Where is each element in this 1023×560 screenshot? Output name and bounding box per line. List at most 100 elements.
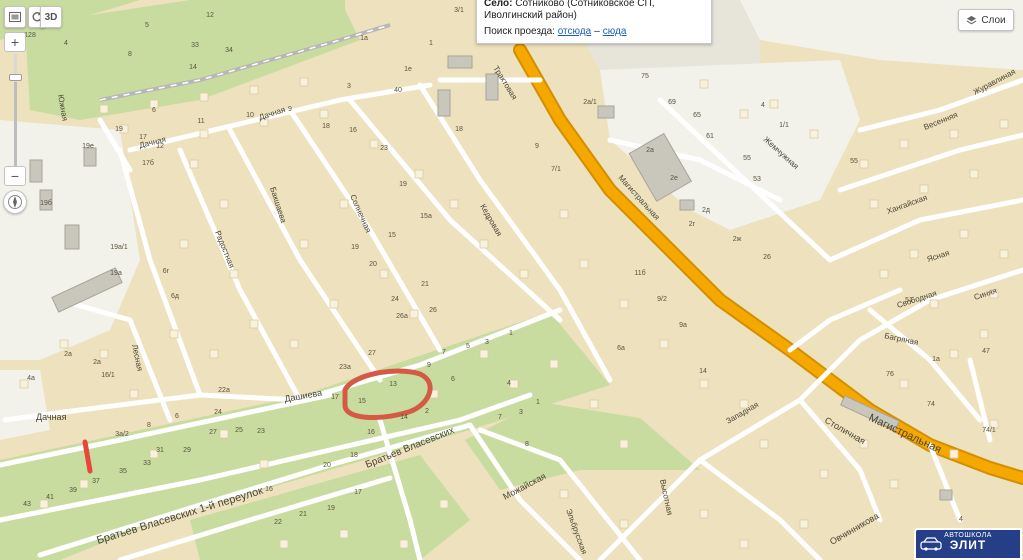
house-number: 39	[69, 487, 77, 494]
house-number: 43	[23, 501, 31, 508]
house-number: 7/1	[551, 166, 561, 173]
house-number: 19б	[40, 199, 52, 207]
house-number: 9/2	[657, 296, 667, 303]
house-number: 1	[429, 40, 433, 47]
house-number: 1а	[932, 356, 940, 363]
house-number: 2а/1	[583, 99, 597, 106]
house-number: 4	[64, 40, 68, 47]
house-number: 19е	[82, 143, 94, 150]
house-number: 17	[331, 394, 339, 401]
house-number: 33	[191, 42, 199, 49]
layers-button[interactable]: Слои	[958, 9, 1014, 31]
view-3d-button[interactable]: 3D	[40, 6, 62, 28]
house-number: 1a	[360, 35, 368, 42]
street-label: Дачная	[36, 412, 67, 422]
house-number: 61	[706, 133, 714, 140]
house-number: 55	[850, 158, 858, 165]
route-dash: –	[594, 26, 600, 37]
house-number: 37	[92, 478, 100, 485]
house-number: 23	[257, 428, 265, 435]
house-number: 19	[115, 126, 123, 133]
zoom-slider-fill	[14, 82, 17, 174]
house-number: 4	[761, 102, 765, 109]
route-search-label: Поиск проезда:	[484, 26, 555, 37]
house-number: 3а/2	[115, 431, 129, 438]
route-from-link[interactable]: отсюда	[558, 26, 592, 37]
house-number: 5	[466, 343, 470, 350]
house-number: 2	[425, 408, 429, 415]
house-number: 1е	[404, 66, 412, 73]
popup-title: Село: Сотниково (Сотниковское СП, Иволги…	[484, 0, 704, 22]
house-number: 6д	[171, 293, 179, 300]
house-number: 6	[451, 376, 455, 383]
house-number: 51	[905, 297, 913, 304]
house-number: 65	[693, 112, 701, 119]
route-to-link[interactable]: сюда	[603, 26, 627, 37]
house-number: 75	[641, 73, 649, 80]
house-number: 18	[322, 123, 330, 130]
house-number: 8	[525, 441, 529, 448]
layers-icon	[966, 15, 977, 24]
house-number: 4а	[27, 375, 35, 382]
house-number: 18	[350, 452, 358, 459]
fullscreen-icon	[9, 12, 21, 22]
popup-title-type: Село:	[484, 0, 513, 9]
house-number: 22а	[218, 387, 230, 394]
house-number: 19	[327, 505, 335, 512]
house-number: 12	[156, 143, 164, 150]
house-number: 2а	[64, 351, 72, 358]
house-number: 25	[235, 427, 243, 434]
house-number: 27	[368, 350, 376, 357]
house-number: 4	[959, 516, 963, 523]
zoom-slider-thumb[interactable]	[9, 74, 22, 82]
zoom-slider[interactable]	[9, 54, 22, 174]
house-number: 41	[46, 494, 54, 501]
house-number: 21	[421, 281, 429, 288]
house-number: 6а	[617, 345, 625, 352]
house-number: 17	[139, 134, 147, 141]
zoom-in-button[interactable]: +	[4, 32, 26, 52]
house-number: 18	[455, 126, 463, 133]
house-number: 8	[147, 422, 151, 429]
house-number: 3	[347, 83, 351, 90]
house-number: 23а	[339, 364, 351, 371]
map-canvas[interactable]: Магистральная Магистральная Дачная Дачна…	[0, 0, 1023, 560]
house-number: 35	[119, 468, 127, 475]
house-number: 19а/1	[110, 244, 128, 251]
house-number: 19	[351, 244, 359, 251]
house-number: 4	[507, 380, 511, 387]
house-number: 15	[388, 232, 396, 239]
house-number: 53	[753, 176, 761, 183]
house-number: 20	[323, 462, 331, 469]
house-number: 11б	[634, 269, 645, 277]
map-svg: Магистральная Магистральная Дачная Дачна…	[0, 0, 1023, 560]
fullscreen-button[interactable]	[4, 6, 26, 28]
house-number: 14	[699, 368, 707, 375]
house-number: 6	[175, 413, 179, 420]
house-number: 34	[225, 47, 233, 54]
house-number: 14	[189, 64, 197, 71]
house-number: 9	[535, 143, 539, 150]
house-number: 2ж	[733, 236, 742, 243]
house-number: 24	[214, 409, 222, 416]
house-number: 40	[394, 87, 402, 94]
house-number: 3	[519, 409, 523, 416]
house-number: 5	[145, 22, 149, 29]
house-number: 2а	[93, 359, 101, 366]
house-number: 76	[886, 371, 894, 378]
zoom-out-button[interactable]: −	[4, 166, 26, 186]
house-number: 8	[128, 51, 132, 58]
layers-label: Слои	[981, 14, 1006, 26]
house-number: 15	[358, 398, 366, 405]
driving-school-badge[interactable]: АВТОШКОЛА ЭЛИТ	[914, 528, 1022, 560]
house-number: 17б	[142, 159, 154, 167]
house-number: 7	[442, 349, 446, 356]
house-number: 9	[427, 362, 431, 369]
compass-button[interactable]	[3, 190, 27, 214]
car-icon	[920, 537, 942, 551]
house-number: 26	[429, 307, 437, 314]
location-popup: Село: Сотниково (Сотниковское СП, Иволги…	[476, 0, 712, 44]
house-number: 16/1	[101, 372, 115, 379]
house-number: 16	[367, 429, 375, 436]
zoom-control: + −	[4, 32, 26, 186]
